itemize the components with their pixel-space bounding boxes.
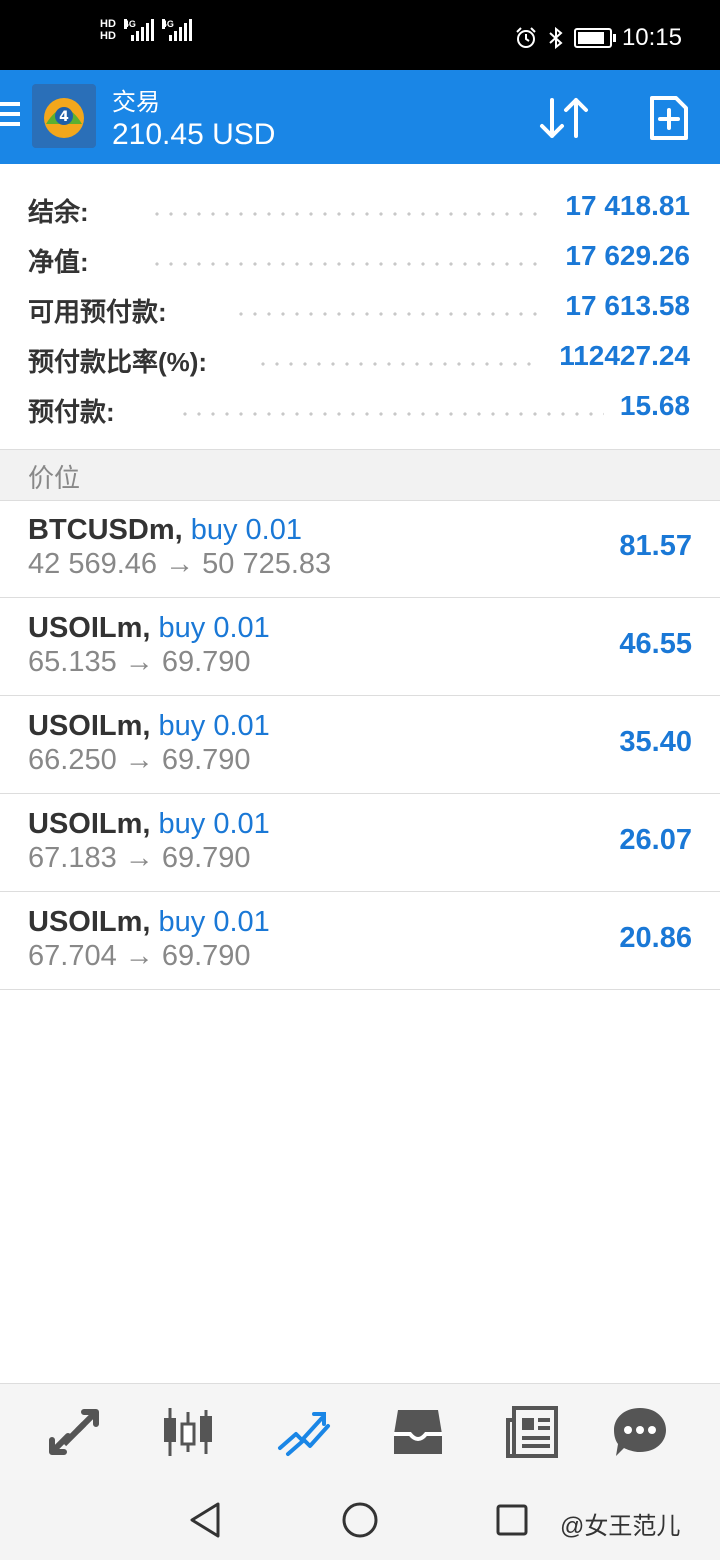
margin-level-value: 112427.24 xyxy=(559,340,690,371)
network-status: HD HD 4G 4G xyxy=(100,18,192,42)
position-symbol: BTCUSDm, xyxy=(28,514,183,546)
new-order-icon[interactable] xyxy=(646,94,692,142)
network-type-1: 4G xyxy=(123,19,136,29)
position-type: buy 0.01 xyxy=(150,906,270,938)
system-nav-bar: @女王范儿 xyxy=(0,1480,720,1560)
battery-fill xyxy=(577,32,604,44)
margin-row: 预付款: 15.68 xyxy=(0,382,720,432)
balance-label: 结余: xyxy=(28,197,89,227)
menu-icon-bar xyxy=(0,122,20,126)
section-label: 价位 xyxy=(28,463,81,493)
app-bar: 4 交易 210.45 USD xyxy=(0,70,720,164)
free-margin-row: 可用预付款: 17 613.58 xyxy=(0,282,720,332)
account-summary: 结余: 17 418.81 净值: 17 629.26 可用预付款: 17 61… xyxy=(0,164,720,448)
home-icon[interactable] xyxy=(338,1498,382,1542)
quotes-icon[interactable] xyxy=(44,1404,104,1460)
position-prices: 67.183 → 69.790 xyxy=(28,842,251,874)
free-margin-value: 17 613.58 xyxy=(565,290,690,321)
balance-row: 结余: 17 418.81 xyxy=(0,182,720,232)
clock: 10:15 xyxy=(621,24,682,51)
position-profit: 81.57 xyxy=(619,530,692,562)
position-profit: 46.55 xyxy=(619,628,692,660)
status-right: 10:15 xyxy=(514,24,682,52)
position-type: buy 0.01 xyxy=(150,808,270,840)
trade-icon[interactable] xyxy=(272,1404,332,1460)
positions-list: BTCUSDm, buy 0.01 42 569.46 → 50 725.83 … xyxy=(0,500,720,990)
dot-leader xyxy=(234,312,540,316)
status-bar: HD HD 4G 4G 10:15 xyxy=(0,0,720,70)
position-profit: 26.07 xyxy=(619,824,692,856)
watermark: @女王范儿 xyxy=(560,1513,681,1540)
app-title: 交易 xyxy=(112,89,160,116)
menu-icon-bar xyxy=(0,112,20,116)
dot-leader xyxy=(150,212,540,216)
profit-total: 210.45 USD xyxy=(112,118,276,151)
dot-leader xyxy=(256,362,536,366)
bluetooth-icon xyxy=(549,26,563,50)
position-title: USOILm, buy 0.01 xyxy=(28,710,270,743)
equity-row: 净值: 17 629.26 xyxy=(0,232,720,282)
back-icon[interactable] xyxy=(184,1498,228,1542)
margin-level-label: 预付款比率(%): xyxy=(28,347,208,377)
position-symbol: USOILm, xyxy=(28,808,151,840)
position-profit: 35.40 xyxy=(619,726,692,758)
position-symbol: USOILm, xyxy=(28,710,151,742)
positions-section-header: 价位 xyxy=(0,449,720,501)
position-row[interactable]: USOILm, buy 0.01 66.250 → 69.790 35.40 xyxy=(0,696,720,794)
menu-icon-bar xyxy=(0,102,20,106)
sort-icon[interactable] xyxy=(536,94,592,142)
news-icon[interactable] xyxy=(502,1404,562,1460)
history-icon[interactable] xyxy=(388,1404,448,1460)
svg-text:4: 4 xyxy=(59,109,69,125)
position-type: buy 0.01 xyxy=(150,612,270,644)
margin-value: 15.68 xyxy=(619,390,690,421)
position-prices: 66.250 → 69.790 xyxy=(28,744,251,776)
chat-icon[interactable] xyxy=(610,1404,670,1460)
signal-icon-1: 4G xyxy=(123,19,154,41)
bottom-tab-bar xyxy=(0,1383,720,1481)
alarm-icon xyxy=(516,27,536,48)
position-type: buy 0.01 xyxy=(182,514,302,546)
hd-indicator-1: HD xyxy=(100,18,116,30)
position-title: USOILm, buy 0.01 xyxy=(28,808,270,841)
equity-value: 17 629.26 xyxy=(565,240,690,271)
dot-leader xyxy=(178,412,604,416)
network-type-2: 4G xyxy=(161,19,174,29)
margin-label: 预付款: xyxy=(28,397,115,427)
position-title: USOILm, buy 0.01 xyxy=(28,612,270,645)
position-profit: 20.86 xyxy=(619,922,692,954)
margin-level-row: 预付款比率(%): 112427.24 xyxy=(0,332,720,382)
position-row[interactable]: USOILm, buy 0.01 67.704 → 69.790 20.86 xyxy=(0,892,720,990)
signal-icon-2: 4G xyxy=(161,19,192,41)
recents-icon[interactable] xyxy=(490,1498,534,1542)
balance-value: 17 418.81 xyxy=(565,190,690,221)
metatrader-logo: 4 xyxy=(32,84,96,148)
position-row[interactable]: USOILm, buy 0.01 67.183 → 69.790 26.07 xyxy=(0,794,720,892)
hd-indicator-2: HD xyxy=(100,30,116,42)
position-title: BTCUSDm, buy 0.01 xyxy=(28,514,302,547)
position-row[interactable]: BTCUSDm, buy 0.01 42 569.46 → 50 725.83 … xyxy=(0,500,720,598)
position-title: USOILm, buy 0.01 xyxy=(28,906,270,939)
position-prices: 67.704 → 69.790 xyxy=(28,940,251,972)
position-prices: 65.135 → 69.790 xyxy=(28,646,251,678)
dot-leader xyxy=(150,262,540,266)
position-prices: 42 569.46 → 50 725.83 xyxy=(28,548,332,580)
menu-button[interactable] xyxy=(0,102,22,132)
position-symbol: USOILm, xyxy=(28,906,151,938)
chart-icon[interactable] xyxy=(158,1404,218,1460)
position-row[interactable]: USOILm, buy 0.01 65.135 → 69.790 46.55 xyxy=(0,598,720,696)
battery-icon xyxy=(573,28,616,48)
hd-indicators: HD HD xyxy=(100,18,116,42)
position-symbol: USOILm, xyxy=(28,612,151,644)
equity-label: 净值: xyxy=(28,247,89,277)
position-type: buy 0.01 xyxy=(150,710,270,742)
free-margin-label: 可用预付款: xyxy=(28,297,167,327)
